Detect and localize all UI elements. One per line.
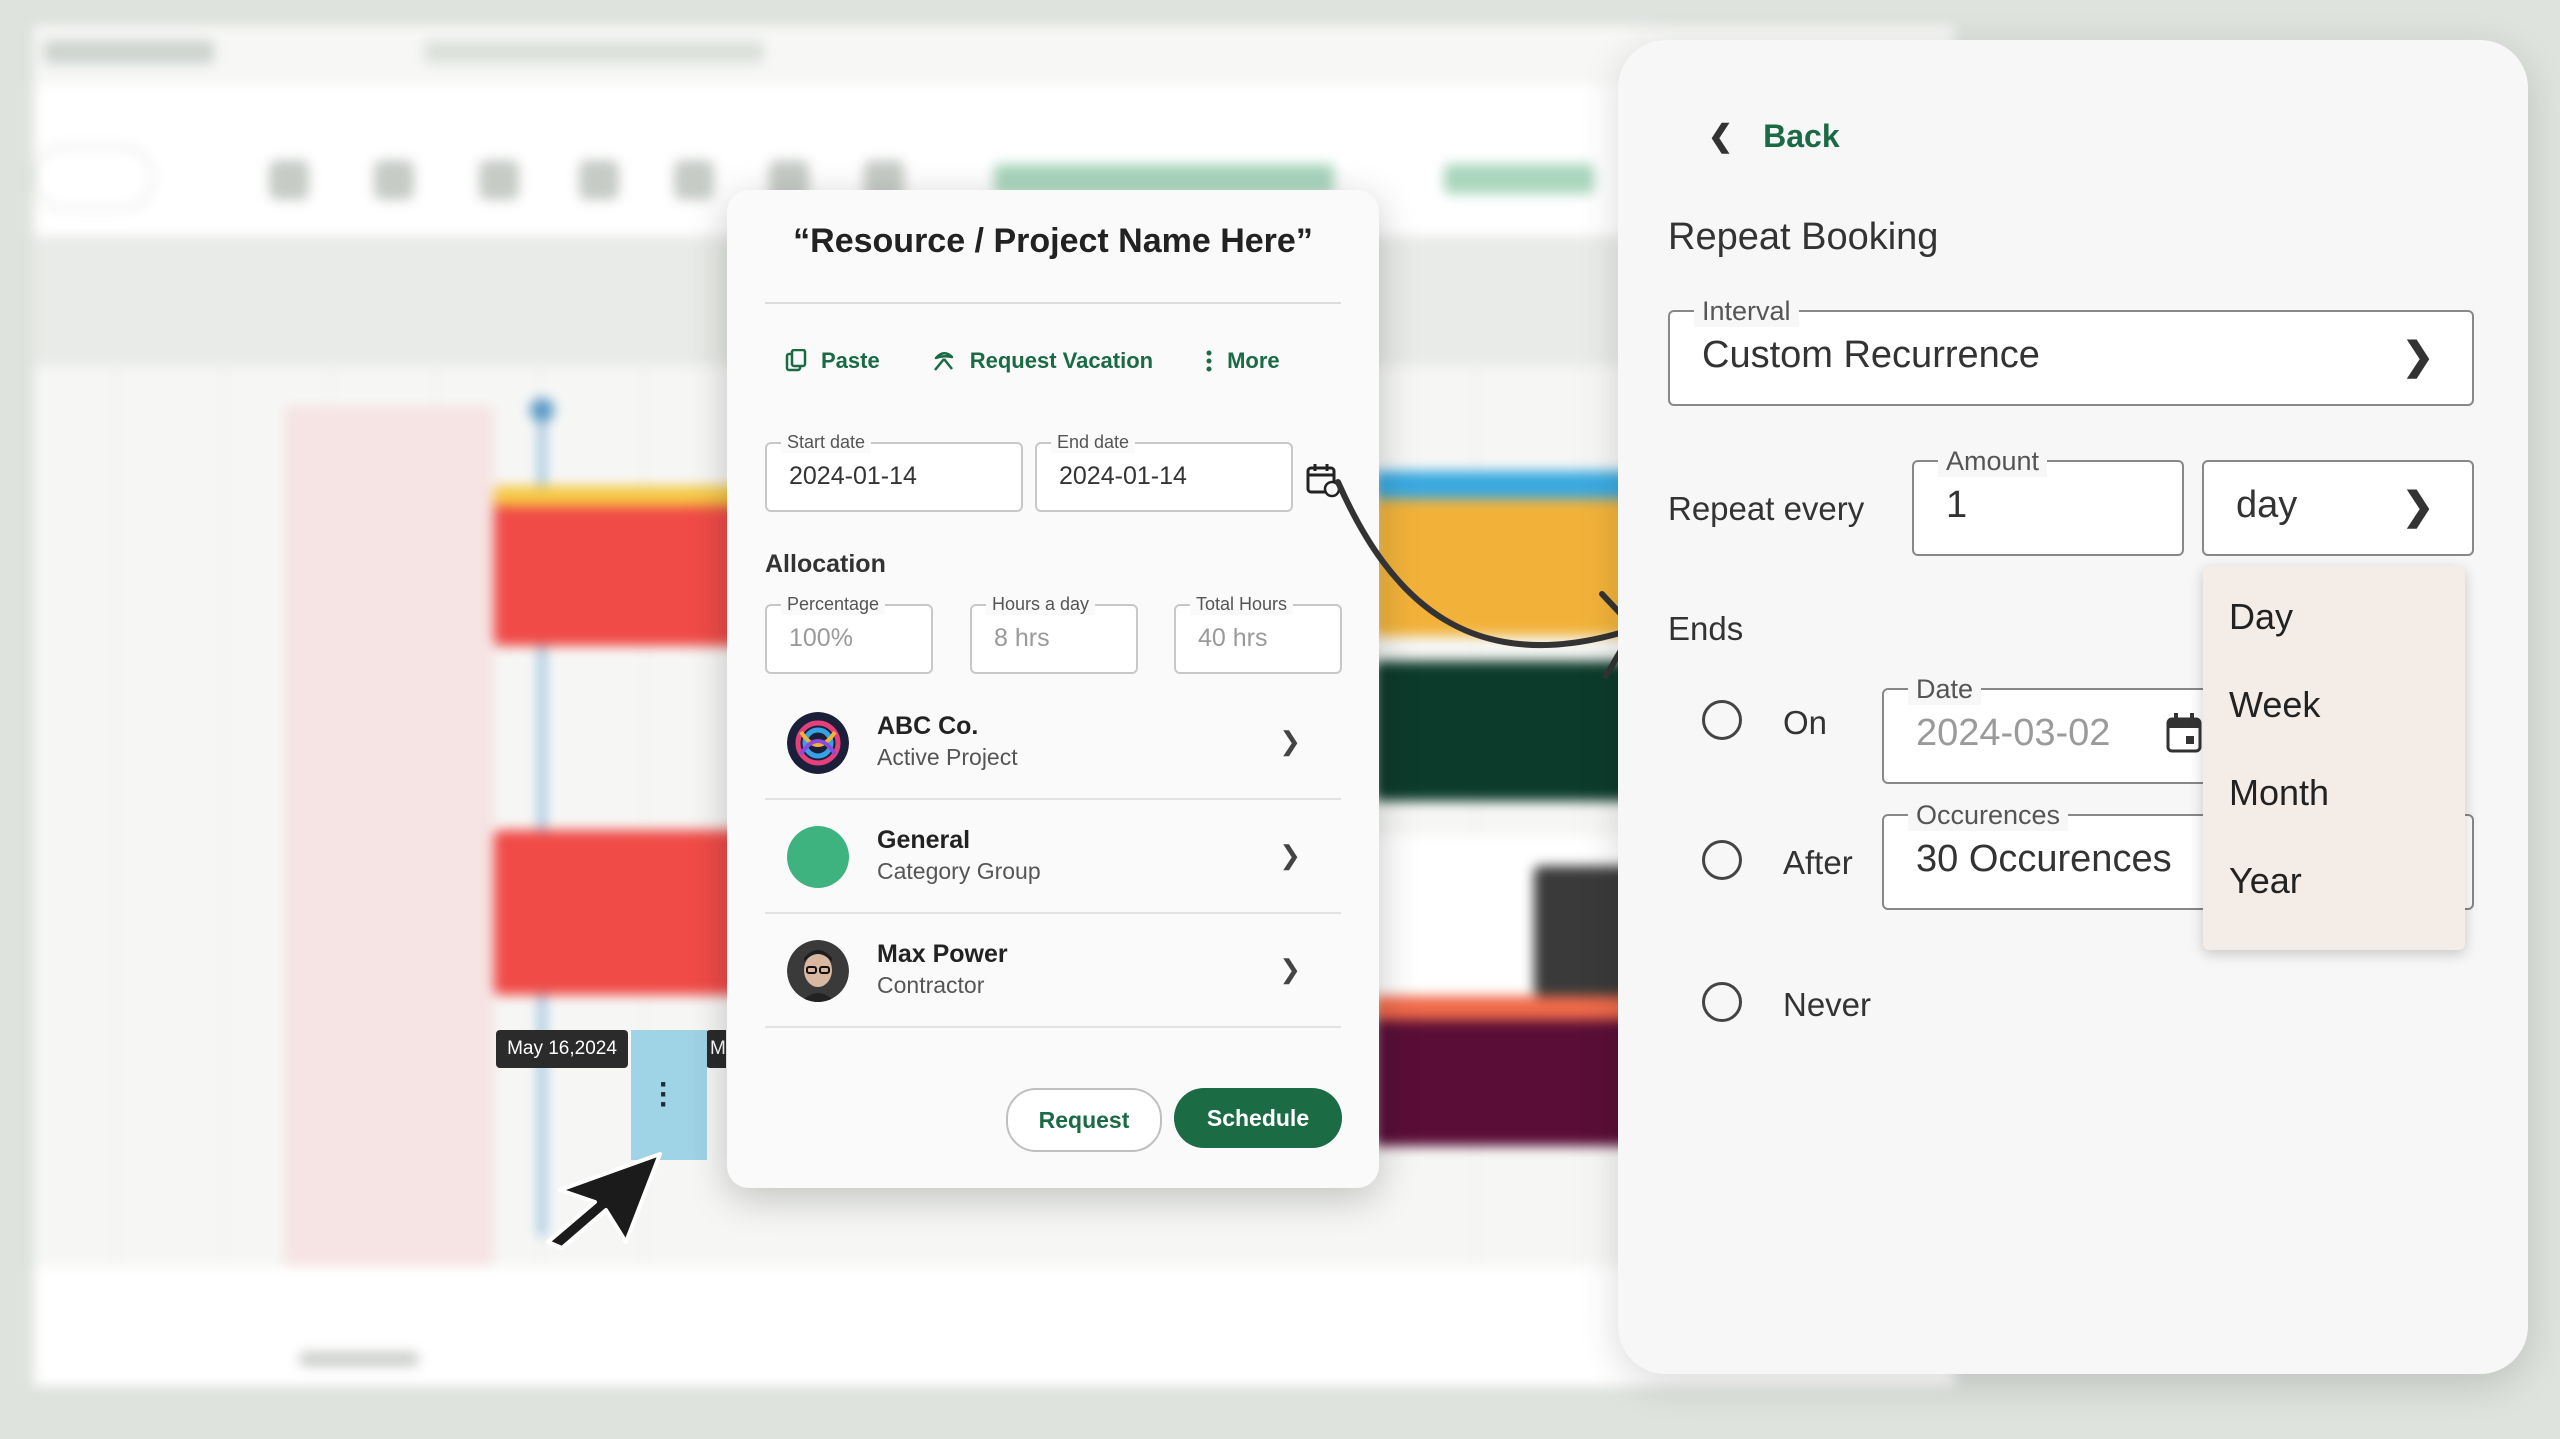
ends-label: Ends <box>1668 610 1744 647</box>
interval-value: Custom Recurrence <box>1702 334 2040 376</box>
chevron-right-icon: ❯ <box>1279 726 1301 756</box>
menu-item-year[interactable]: Year <box>2229 860 2302 902</box>
repeat-every-label: Repeat every <box>1668 490 1865 527</box>
calendar-icon[interactable] <box>2166 712 2202 754</box>
ends-on-radio[interactable] <box>1702 700 1742 740</box>
menu-item-month[interactable]: Month <box>2229 772 2329 814</box>
total-hours-label: Total Hours <box>1190 594 1294 615</box>
request-button[interactable]: Request <box>1006 1088 1162 1152</box>
start-date-field[interactable]: Start date 2024-01-14 <box>765 432 1023 512</box>
more-label: More <box>1227 348 1280 373</box>
start-date-label: Start date <box>781 432 872 453</box>
more-vertical-icon <box>1206 350 1212 372</box>
resource-type: Category Group <box>877 858 1041 884</box>
allocation-title: Allocation <box>765 550 886 578</box>
resource-list: ABC Co. Active Project ❯ General Categor… <box>765 686 1341 1028</box>
end-date-value: 2024-01-14 <box>1059 462 1187 490</box>
list-item-max-power[interactable]: Max Power Contractor ❯ <box>765 914 1341 1028</box>
end-date-placeholder: 2024-03-02 <box>1916 712 2111 754</box>
interval-label: Interval <box>1694 296 1799 327</box>
card-title: “Resource / Project Name Here” <box>793 222 1313 260</box>
amount-value: 1 <box>1946 484 1968 526</box>
end-date-label: End date <box>1051 432 1136 453</box>
list-item-abc-co[interactable]: ABC Co. Active Project ❯ <box>765 686 1341 800</box>
interval-select[interactable]: Interval Custom Recurrence ❯ <box>1668 296 2474 406</box>
total-hours-placeholder: 40 hrs <box>1198 624 1268 652</box>
chevron-left-icon: ❮ <box>1708 120 1734 153</box>
ends-never-label: Never <box>1783 986 1872 1023</box>
list-item-general[interactable]: General Category Group ❯ <box>765 800 1341 914</box>
end-date-field[interactable]: Date 2024-03-02 <box>1882 674 2212 784</box>
category-dot-icon <box>787 826 849 888</box>
resource-name: General <box>877 826 971 854</box>
schedule-button[interactable]: Schedule <box>1174 1088 1342 1148</box>
abc-co-logo <box>787 712 849 774</box>
unit-select[interactable]: day ❯ <box>2202 460 2474 556</box>
cursor-pointer-icon <box>546 1152 662 1250</box>
amount-field[interactable]: Amount 1 <box>1912 446 2184 556</box>
date-tooltip-partial: M <box>706 1030 726 1068</box>
request-vacation-button[interactable]: Request Vacation <box>932 348 1153 374</box>
more-vertical-icon[interactable]: · · · <box>659 1070 669 1120</box>
percentage-label: Percentage <box>781 594 886 615</box>
percentage-field[interactable]: Percentage 100% <box>765 594 933 674</box>
hours-a-day-placeholder: 8 hrs <box>994 624 1050 652</box>
ends-after-radio[interactable] <box>1702 840 1742 880</box>
ends-after-label: After <box>1783 844 1853 881</box>
occurences-value: 30 Occurences <box>1916 838 2172 880</box>
start-date-value: 2024-01-14 <box>789 462 917 490</box>
ends-never-radio[interactable] <box>1702 982 1742 1022</box>
ends-on-label: On <box>1783 704 1828 741</box>
date-tooltip: May 16,2024 <box>496 1030 628 1068</box>
paste-button[interactable]: Paste <box>785 348 880 374</box>
percentage-placeholder: 100% <box>789 624 853 652</box>
chevron-right-icon: ❯ <box>2402 486 2434 528</box>
menu-item-day[interactable]: Day <box>2229 596 2293 638</box>
vacation-icon <box>933 352 953 371</box>
paste-label: Paste <box>821 348 880 373</box>
occurences-label: Occurences <box>1908 800 2069 831</box>
back-label: Back <box>1763 118 1840 154</box>
back-button[interactable]: ❮ Back <box>1708 118 1840 155</box>
hours-a-day-field[interactable]: Hours a day 8 hrs <box>970 594 1138 674</box>
request-vacation-label: Request Vacation <box>969 348 1154 373</box>
end-date-label: Date <box>1908 674 1982 705</box>
card-actions: Paste Request Vacation More <box>785 348 1280 374</box>
booking-card: “Resource / Project Name Here” Paste Req… <box>727 190 1379 1188</box>
resource-name: ABC Co. <box>877 712 979 740</box>
total-hours-field[interactable]: Total Hours 40 hrs <box>1174 594 1342 674</box>
paste-icon <box>785 349 807 372</box>
panel-title: Repeat Booking <box>1668 216 1939 258</box>
amount-label: Amount <box>1938 446 2048 477</box>
resource-type: Active Project <box>877 744 1018 770</box>
selected-timeline-cell[interactable]: · · · <box>631 1030 707 1160</box>
unit-value: day <box>2236 484 2298 526</box>
more-button[interactable]: More <box>1205 348 1280 374</box>
divider <box>765 302 1341 304</box>
hours-a-day-label: Hours a day <box>986 594 1096 615</box>
unit-dropdown-menu: Day Week Month Year <box>2203 566 2465 950</box>
chevron-right-icon: ❯ <box>1279 840 1301 870</box>
menu-item-week[interactable]: Week <box>2229 684 2320 726</box>
chevron-right-icon: ❯ <box>2402 336 2434 378</box>
resource-name: Max Power <box>877 940 1008 968</box>
end-date-field[interactable]: End date 2024-01-14 <box>1035 432 1293 512</box>
chevron-right-icon: ❯ <box>1279 954 1301 984</box>
resource-type: Contractor <box>877 972 985 998</box>
avatar <box>787 940 849 1002</box>
